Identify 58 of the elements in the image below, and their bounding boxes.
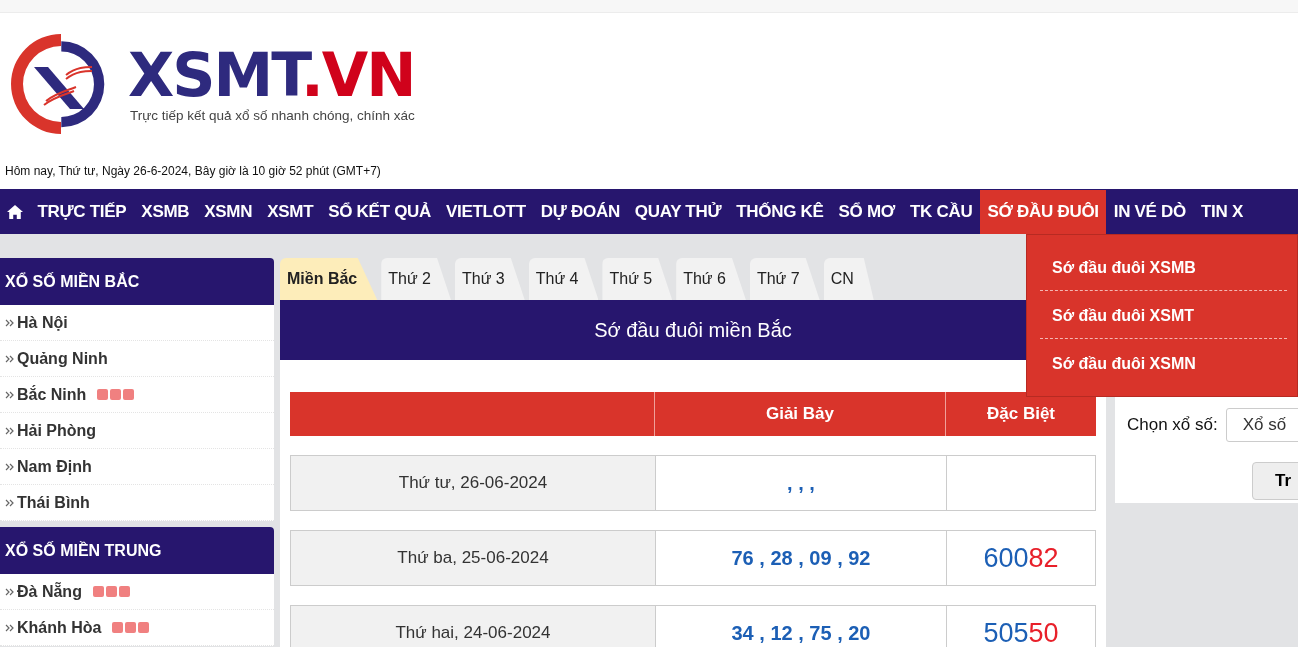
column-header: Đặc Biệt	[946, 392, 1096, 436]
double-chevron-icon	[5, 498, 14, 507]
double-chevron-icon	[5, 587, 14, 596]
double-chevron-icon	[5, 354, 14, 363]
numbers-cell: 34 , 12 , 75 , 20	[656, 606, 947, 647]
column-header: Giải Bảy	[655, 392, 946, 436]
date-cell: Thứ tư, 26-06-2024	[291, 456, 656, 510]
nav-link[interactable]: XSMT	[259, 190, 321, 234]
special-prize-cell-text: 60082	[982, 541, 1060, 575]
select-label: Chọn xổ số:	[1127, 415, 1218, 435]
nav-link[interactable]: SỔ KẾT QUẢ	[320, 190, 439, 234]
submit-button[interactable]: Tr	[1252, 462, 1298, 500]
tab[interactable]: Thứ 6	[676, 258, 746, 300]
tab[interactable]: Thứ 7	[749, 258, 820, 300]
double-chevron-icon	[5, 623, 14, 632]
tab[interactable]: Thứ 5	[602, 258, 673, 300]
lottery-select[interactable]: Xổ số	[1225, 408, 1298, 442]
sidebar-link[interactable]: Nam Định	[17, 457, 92, 476]
double-chevron-icon	[5, 462, 14, 471]
special-prize-cell-text: 50550	[982, 616, 1060, 647]
nav-link[interactable]: VIETLOTT	[438, 190, 534, 234]
logo-wordmark: XSMT.VN	[128, 44, 415, 106]
nav-link[interactable]: IN VÉ DÒ	[1106, 190, 1194, 234]
tab[interactable]: CN	[823, 258, 874, 300]
sidebar-link[interactable]: Thái Bình	[17, 493, 90, 512]
nav-link[interactable]: SỚ ĐẦU ĐUÔI	[979, 190, 1107, 234]
nav-link[interactable]: TIN X	[1193, 190, 1251, 234]
date-cell: Thứ hai, 24-06-2024	[291, 606, 656, 647]
nav-link[interactable]: DỰ ĐOÁN	[533, 190, 628, 234]
numbers-cell: , , ,	[656, 456, 947, 510]
dropdown-item[interactable]: Sớ đầu đuôi XSMN	[1040, 339, 1287, 386]
sidebar-heading: XỔ SỐ MIỀN TRUNG	[0, 527, 274, 574]
logo-tagline: Trực tiếp kết quả xổ số nhanh chóng, chính xác	[130, 108, 415, 123]
tab[interactable]: Thứ 4	[528, 258, 599, 300]
sidebar-link[interactable]: Bắc Ninh	[17, 385, 87, 404]
nav-link[interactable]: TRỰC TIẾP	[30, 190, 134, 234]
sidebar-link[interactable]: Khánh Hòa	[17, 618, 102, 637]
sidebar-heading: XỔ SỐ MIỀN BẮC	[0, 258, 274, 305]
nav-link[interactable]: SỔ MƠ	[831, 190, 903, 234]
sidebar-link[interactable]: Hà Nội	[17, 313, 68, 332]
dropdown-item[interactable]: Sớ đầu đuôi XSMB	[1040, 243, 1287, 291]
double-chevron-icon	[5, 426, 14, 435]
sidebar-link[interactable]: Quảng Ninh	[17, 349, 108, 368]
dropdown-item[interactable]: Sớ đầu đuôi XSMT	[1040, 291, 1287, 339]
sidebar-link[interactable]: Đà Nẵng	[17, 582, 82, 601]
tab[interactable]: Thứ 3	[455, 258, 525, 300]
nav-link[interactable]: TK CẦU	[902, 190, 980, 234]
double-chevron-icon	[5, 318, 14, 327]
tab[interactable]: Thứ 2	[381, 258, 451, 300]
nav-link[interactable]: THỐNG KÊ	[728, 190, 832, 234]
nav-link[interactable]: QUAY THỬ	[627, 190, 729, 234]
nav-link[interactable]: XSMN	[196, 190, 260, 234]
nav-link[interactable]: XSMB	[133, 190, 197, 234]
date-cell: Thứ ba, 25-06-2024	[291, 531, 656, 585]
double-chevron-icon	[5, 390, 14, 399]
tab[interactable]: Miền Bắc	[280, 258, 378, 300]
sidebar-link[interactable]: Hải Phòng	[17, 421, 97, 440]
numbers-cell: 76 , 28 , 09 , 92	[656, 531, 947, 585]
